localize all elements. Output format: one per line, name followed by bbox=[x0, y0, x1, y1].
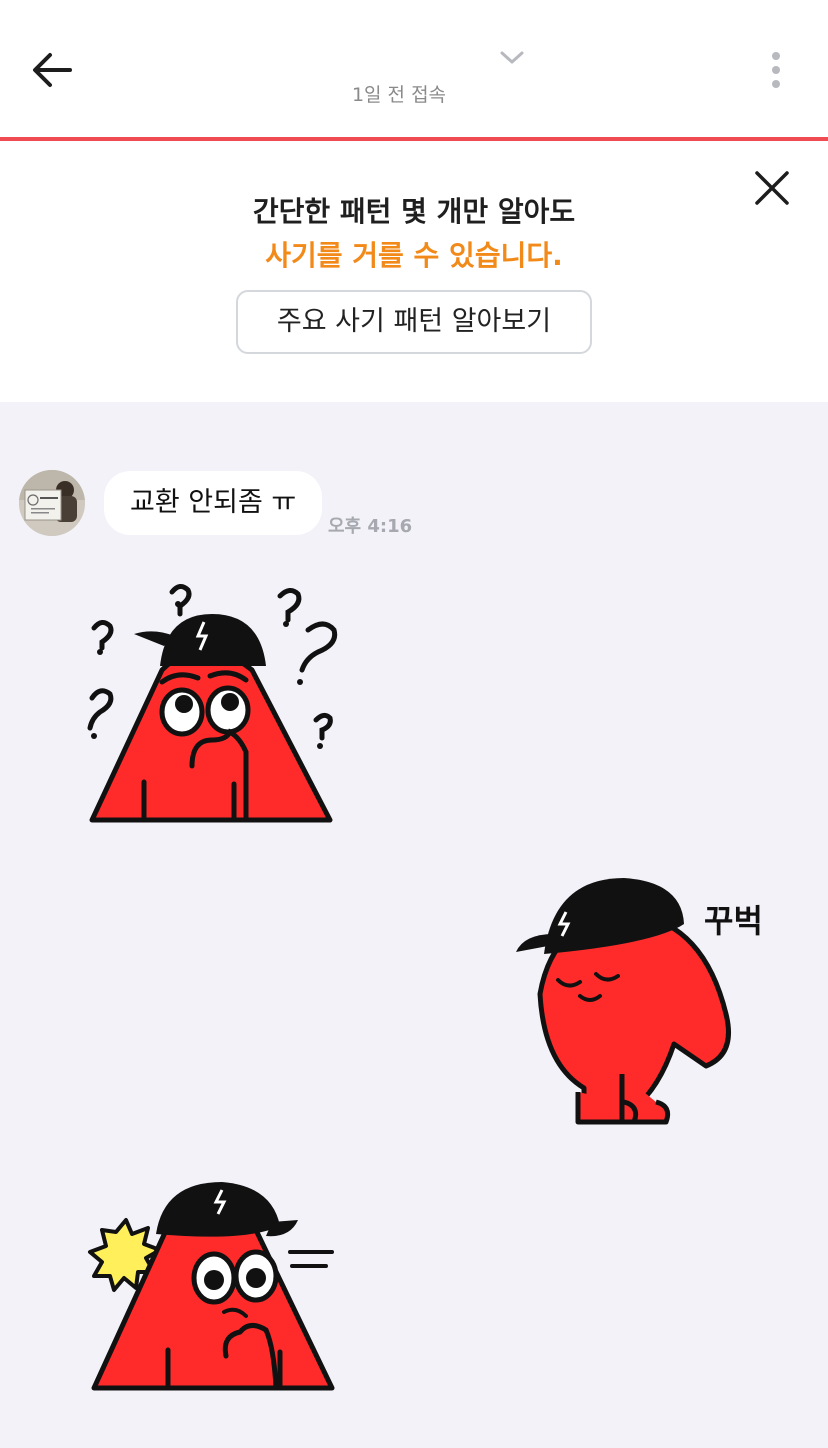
sticker-bow[interactable]: 꾸벅 bbox=[514, 874, 770, 1130]
expand-profile-button[interactable] bbox=[496, 46, 528, 70]
banner-highlight: 사기를 거를 수 있습니다. bbox=[265, 239, 563, 272]
more-options-button[interactable] bbox=[762, 46, 790, 94]
profile-photo bbox=[19, 470, 85, 536]
message-bubble[interactable]: 교환 안되좀 ㅠ bbox=[104, 471, 323, 535]
surprised-sticker-image bbox=[88, 1182, 335, 1391]
more-vertical-icon bbox=[772, 52, 780, 88]
learn-scam-patterns-button[interactable]: 주요 사기 패턴 알아보기 bbox=[236, 290, 592, 354]
top-bar: 1일 전 접속 bbox=[0, 0, 828, 141]
avatar[interactable] bbox=[19, 470, 85, 536]
last-seen-status: 1일 전 접속 bbox=[351, 84, 447, 106]
banner-headline: 간단한 패턴 몇 개만 알아도 bbox=[252, 195, 576, 228]
confused-sticker-image bbox=[87, 584, 338, 823]
message-timestamp: 오후 4:16 bbox=[328, 516, 413, 537]
sticker-caption: 꾸벅 bbox=[704, 902, 763, 940]
sticker-surprised[interactable] bbox=[86, 1176, 342, 1392]
sticker-confused[interactable] bbox=[82, 570, 344, 826]
chevron-down-icon bbox=[500, 51, 524, 64]
